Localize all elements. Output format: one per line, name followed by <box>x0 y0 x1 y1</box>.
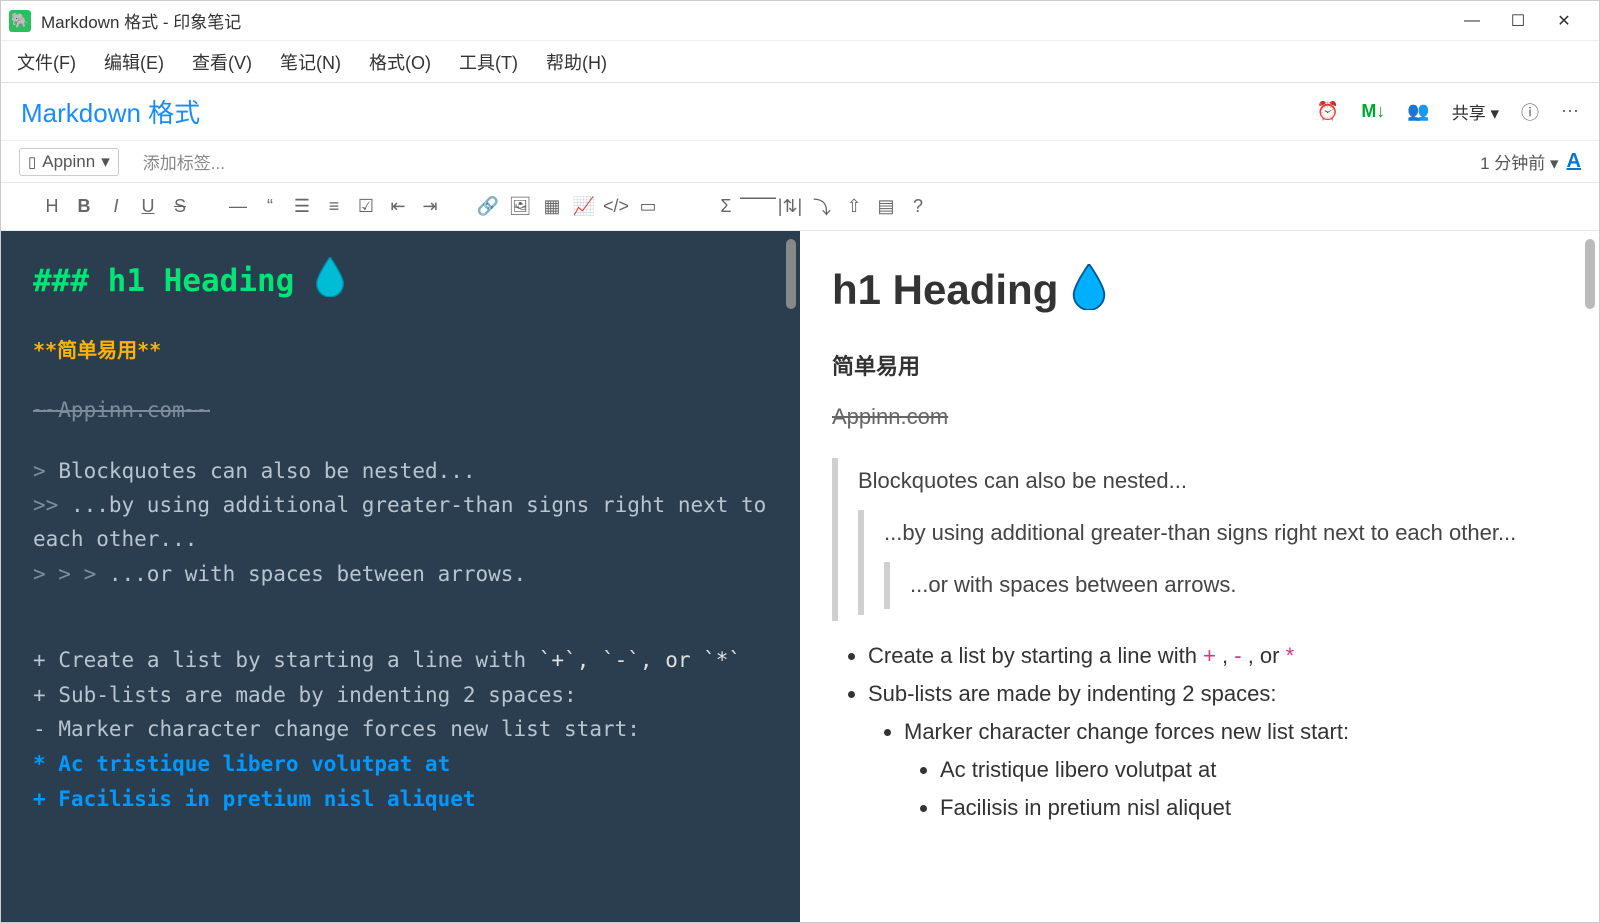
more-actions-icon[interactable]: ⋯ <box>1561 101 1579 122</box>
app-icon: 🐘 <box>9 10 31 32</box>
toc-icon[interactable]: ⇧ <box>841 194 867 220</box>
chart-icon[interactable]: 📈 <box>571 194 597 220</box>
content-split: ### h1 Heading **简单易用** ~~Appinn.com~~ >… <box>1 231 1599 922</box>
text-style-icon[interactable]: A <box>1567 150 1581 173</box>
share-button[interactable]: 共享 ▾ <box>1452 99 1499 124</box>
close-button[interactable]: ✕ <box>1555 12 1573 30</box>
preview-blockquote-nested-2: ...or with spaces between arrows. <box>884 562 1567 608</box>
list-item: Marker character change forces new list … <box>904 715 1567 825</box>
strike-icon[interactable]: S <box>167 194 193 220</box>
md-heading-text: h1 Heading <box>108 263 295 299</box>
code-icon[interactable]: </> <box>603 194 629 220</box>
menu-file[interactable]: 文件(F) <box>17 49 76 75</box>
tag-row: ▯ Appinn ▾ 添加标签... 1 分钟前 ▾ A <box>1 141 1599 183</box>
menu-view[interactable]: 查看(V) <box>192 49 252 75</box>
link-icon[interactable]: 🔗 <box>475 194 501 220</box>
bold-icon[interactable]: B <box>71 194 97 220</box>
add-tag-input[interactable]: 添加标签... <box>143 149 225 174</box>
updated-timestamp: 1 分钟前 ▾ <box>1480 149 1558 174</box>
outdent-icon[interactable]: ⇤ <box>385 194 411 220</box>
markdown-mode-icon[interactable]: M↓ <box>1361 101 1385 122</box>
md-li-1: Create a list by starting a line with <box>58 648 526 672</box>
menu-help[interactable]: 帮助(H) <box>546 49 607 75</box>
titlebar: 🐘 Markdown 格式 - 印象笔记 — ☐ ✕ <box>1 1 1599 41</box>
preview-strike: Appinn.com <box>832 400 1567 434</box>
notebook-name: Appinn <box>42 152 95 172</box>
flowchart-icon[interactable]: ⎺⎺ <box>745 194 771 220</box>
chevron-down-icon: ▾ <box>101 152 110 172</box>
attachment-icon[interactable]: ▭ <box>635 194 661 220</box>
reminder-icon[interactable]: ⏰ <box>1317 101 1339 122</box>
notebook-icon: ▯ <box>28 153 36 171</box>
md-heading-mark: ### <box>33 263 89 299</box>
checklist-icon[interactable]: ☑ <box>353 194 379 220</box>
preview-scrollbar[interactable] <box>1585 239 1595 309</box>
italic-icon[interactable]: I <box>103 194 129 220</box>
menubar: 文件(F) 编辑(E) 查看(V) 笔记(N) 格式(O) 工具(T) 帮助(H… <box>1 41 1599 83</box>
md-li-3: Marker character change forces new list … <box>58 717 640 741</box>
markdown-preview: h1 Heading 简单易用 Appinn.com Blockquotes c… <box>800 231 1599 922</box>
md-li-2: Sub-lists are made by indenting 2 spaces… <box>58 683 576 707</box>
image-icon[interactable]: 🖼 <box>507 194 533 220</box>
indent-icon[interactable]: ⇥ <box>417 194 443 220</box>
format-toolbar: H B I U S — “ ☰ ≡ ☑ ⇤ ⇥ 🔗 🖼 ▦ 📈 </> ▭ Σ … <box>1 183 1599 231</box>
minimize-button[interactable]: — <box>1463 12 1481 30</box>
window-controls: — ☐ ✕ <box>1463 12 1573 30</box>
maximize-button[interactable]: ☐ <box>1509 12 1527 30</box>
note-title[interactable]: Markdown 格式 <box>21 93 1317 130</box>
gantt-icon[interactable]: ⤵ <box>809 194 835 220</box>
menu-format[interactable]: 格式(O) <box>369 49 431 75</box>
table-icon[interactable]: ▦ <box>539 194 565 220</box>
water-drop-icon <box>313 257 347 297</box>
preview-blockquote-nested: ...by using additional greater-than sign… <box>858 510 1567 614</box>
md-li-1-code: `+`, `-`, or `*` <box>539 648 741 672</box>
heading-icon[interactable]: H <box>39 194 65 220</box>
quote-icon[interactable]: “ <box>257 194 283 220</box>
list-item: Ac tristique libero volutpat at <box>940 753 1567 787</box>
md-li-4: * Ac tristique libero volutpat at <box>33 752 450 776</box>
md-li-5: + Facilisis in pretium nisl aliquet <box>33 787 476 811</box>
list-item: Facilisis in pretium nisl aliquet <box>940 791 1567 825</box>
preview-icon[interactable]: ▤ <box>873 194 899 220</box>
markdown-editor[interactable]: ### h1 Heading **简单易用** ~~Appinn.com~~ >… <box>1 231 800 922</box>
md-blockquote-3: ...or with spaces between arrows. <box>109 562 526 586</box>
list-item: Sub-lists are made by indenting 2 spaces… <box>868 677 1567 825</box>
underline-icon[interactable]: U <box>135 194 161 220</box>
number-list-icon[interactable]: ≡ <box>321 194 347 220</box>
menu-edit[interactable]: 编辑(E) <box>104 49 164 75</box>
list-item: Create a list by starting a line with + … <box>868 639 1567 673</box>
water-drop-icon <box>1070 264 1108 310</box>
menu-note[interactable]: 笔记(N) <box>280 49 341 75</box>
md-blockquote-2: ...by using additional greater-than sign… <box>33 493 766 551</box>
md-bold-line: **简单易用** <box>33 338 161 362</box>
sequence-icon[interactable]: |⇅| <box>777 194 803 220</box>
info-icon[interactable]: ⓘ <box>1521 99 1539 125</box>
bullet-list-icon[interactable]: ☰ <box>289 194 315 220</box>
formula-icon[interactable]: Σ <box>713 194 739 220</box>
collaborators-icon[interactable]: 👥 <box>1407 101 1429 122</box>
note-header: Markdown 格式 ⏰ M↓ 👥 共享 ▾ ⓘ ⋯ <box>1 83 1599 141</box>
preview-blockquote: Blockquotes can also be nested... ...by … <box>832 458 1567 620</box>
notebook-selector[interactable]: ▯ Appinn ▾ <box>19 148 119 176</box>
menu-tools[interactable]: 工具(T) <box>459 49 518 75</box>
hr-icon[interactable]: — <box>225 194 251 220</box>
preview-bold: 简单易用 <box>832 350 1567 384</box>
editor-scrollbar[interactable] <box>786 239 796 309</box>
help-icon[interactable]: ? <box>905 194 931 220</box>
preview-list: Create a list by starting a line with + … <box>832 639 1567 825</box>
md-strike-line: ~~Appinn.com~~ <box>33 398 210 422</box>
preview-heading: h1 Heading <box>832 257 1567 322</box>
window-title: Markdown 格式 - 印象笔记 <box>41 8 1463 33</box>
md-blockquote-1: Blockquotes can also be nested... <box>58 459 475 483</box>
